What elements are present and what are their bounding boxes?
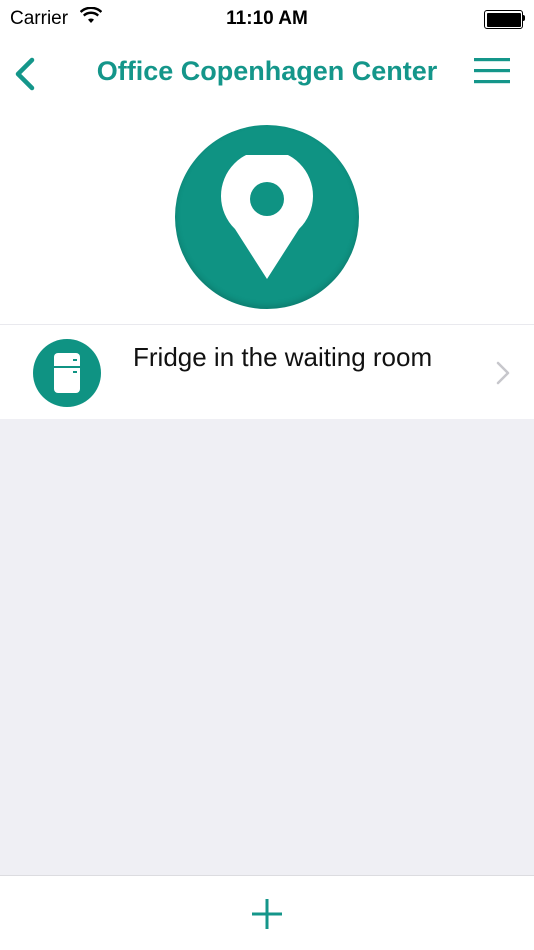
menu-button[interactable] — [468, 54, 514, 90]
battery-fill — [486, 12, 521, 27]
add-button[interactable] — [247, 896, 287, 932]
bottom-toolbar — [0, 875, 534, 950]
location-pin-icon — [221, 155, 313, 279]
page-title: Office Copenhagen Center — [96, 56, 438, 86]
location-badge — [175, 125, 359, 309]
empty-area — [0, 419, 534, 875]
list-item-label: Fridge in the waiting room — [133, 342, 433, 372]
chevron-right-icon — [496, 361, 510, 390]
battery-icon — [484, 10, 525, 29]
hamburger-menu-icon — [474, 58, 510, 84]
device-avatar — [33, 339, 101, 407]
nav-bar: Office Copenhagen Center — [0, 38, 534, 110]
status-bar: Carrier 11:10 AM — [0, 0, 534, 38]
clock: 11:10 AM — [226, 8, 308, 29]
plus-icon — [252, 899, 282, 929]
location-header — [0, 110, 534, 324]
chevron-left-icon — [15, 57, 35, 91]
fridge-icon — [54, 353, 80, 393]
back-button[interactable] — [6, 52, 46, 96]
list-item[interactable]: Fridge in the waiting room — [0, 324, 534, 419]
device-list: Fridge in the waiting room — [0, 324, 534, 419]
